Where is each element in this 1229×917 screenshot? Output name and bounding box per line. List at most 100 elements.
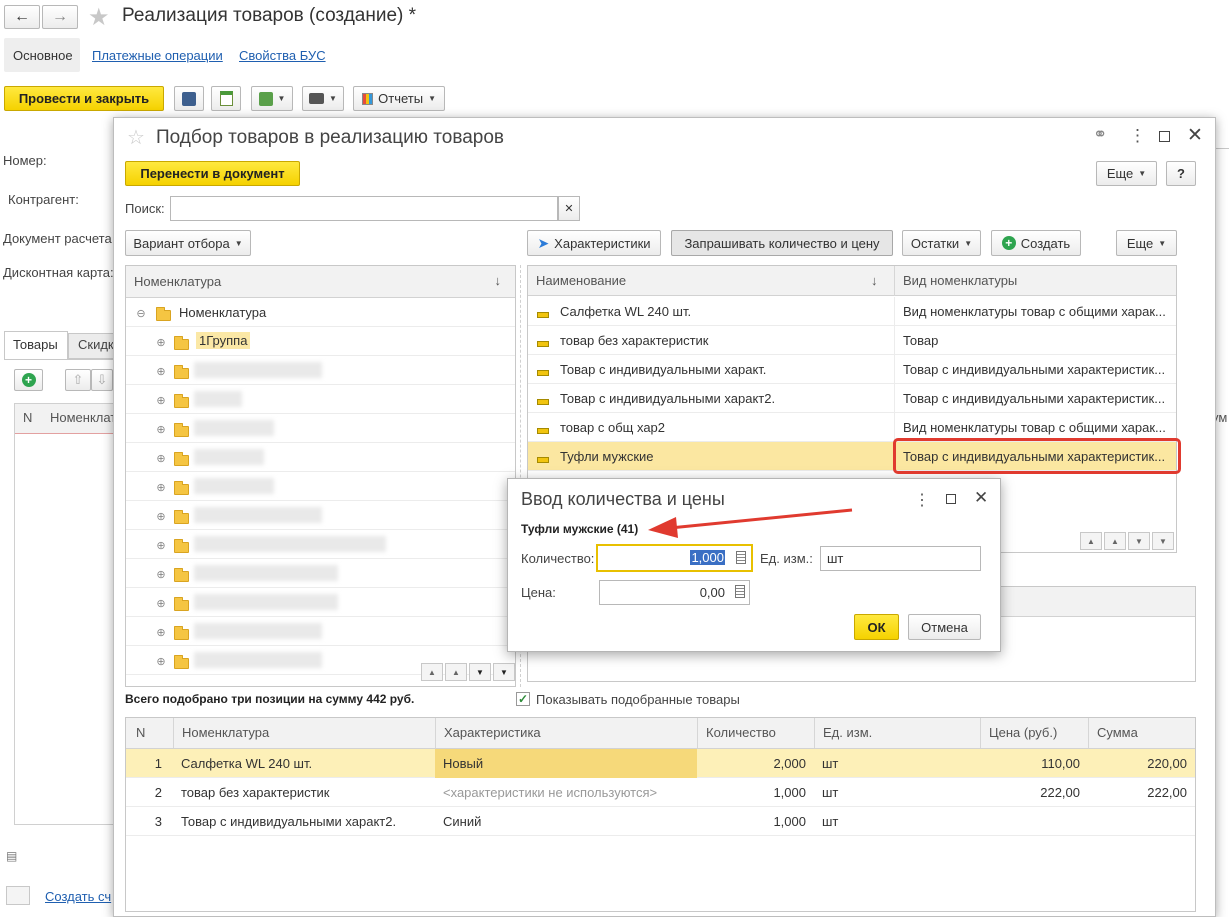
expand-icon[interactable]: ⊕ [156, 539, 166, 552]
print-button[interactable]: ▼ [302, 86, 344, 111]
save-button[interactable] [174, 86, 204, 111]
list-down-button[interactable]: ▼ [1128, 532, 1150, 550]
add-circle-icon: + [1001, 236, 1016, 250]
reports-button[interactable]: Отчеты ▼ [353, 86, 445, 111]
tab-properties[interactable]: Свойства БУС [239, 48, 326, 63]
selected-row[interactable]: 1 Салфетка WL 240 шт. Новый 2,000 шт 110,00 22… [126, 749, 1195, 778]
create-button[interactable]: + Создать [991, 230, 1081, 256]
product-name: Товар с индивидуальными характ. [560, 362, 767, 377]
tree-down-button[interactable]: ▼ [469, 663, 491, 681]
link-icon[interactable]: ⚭ [1093, 125, 1107, 145]
forward-button[interactable]: → [42, 5, 78, 29]
add-row-button[interactable]: + [14, 369, 43, 391]
calculator-icon[interactable] [735, 585, 745, 598]
picker-star-icon[interactable]: ☆ [127, 125, 145, 150]
tree-up-button[interactable]: ▲ [445, 663, 467, 681]
tree-first-button[interactable]: ▲ [421, 663, 443, 681]
selected-row[interactable]: 3 Товар с индивидуальными характ2. Синий 1,… [126, 807, 1195, 836]
expand-icon[interactable]: ⊕ [156, 365, 166, 378]
maximize-icon[interactable] [946, 494, 956, 504]
expand-icon[interactable]: ⊕ [156, 481, 166, 494]
nomenclature-tree[interactable]: Номенклатура ↓ ⊖ Номенклатура ⊕ 1Группа … [125, 265, 516, 687]
close-icon[interactable]: ✕ [1187, 124, 1203, 147]
expand-icon[interactable]: ⊕ [156, 423, 166, 436]
selected-goods-table[interactable]: N Номенклатура Характеристика Количество… [125, 717, 1196, 912]
list-more-button[interactable]: Еще ▼ [1116, 230, 1177, 256]
product-row[interactable]: Товар с индивидуальными характ. Товар с и… [528, 355, 1176, 384]
tree-last-button[interactable]: ▼ [493, 663, 515, 681]
move-down-button[interactable]: ⇩ [91, 369, 113, 391]
ask-qty-price-toggle[interactable]: Запрашивать количество и цену [671, 230, 893, 256]
show-selected-checkbox[interactable]: ✓ [516, 692, 530, 706]
expand-icon[interactable]: ⊕ [156, 626, 166, 639]
goods-col-n: N [23, 410, 33, 425]
calculator-icon[interactable] [736, 551, 746, 564]
selected-cell-qty: 1,000 [773, 814, 806, 829]
list-last-button[interactable]: ▼ [1152, 532, 1174, 550]
create-based-on-button[interactable]: ▼ [251, 86, 293, 111]
tree-row[interactable]: ⊕ [126, 617, 515, 646]
arrow-left-icon: ← [14, 8, 30, 25]
expand-icon[interactable]: ⊕ [156, 334, 166, 349]
help-button[interactable]: ? [1166, 161, 1196, 186]
expand-icon[interactable]: ⊕ [156, 655, 166, 668]
tree-row[interactable]: ⊕ [126, 501, 515, 530]
selection-variant-button[interactable]: Вариант отбора ▼ [125, 230, 251, 256]
price-input[interactable]: 0,00 [599, 580, 750, 605]
selection-summary: Всего подобрано три позиции на сумму 442… [125, 692, 415, 706]
cancel-button[interactable]: Отмена [908, 614, 981, 640]
post-and-close-button[interactable]: Провести и закрыть [4, 86, 164, 111]
tree-row[interactable]: ⊕ [126, 356, 515, 385]
search-input[interactable] [170, 196, 558, 221]
selected-row[interactable]: 2 товар без характеристик <характеристики … [126, 778, 1195, 807]
expand-icon[interactable]: ⊕ [156, 597, 166, 610]
tree-row[interactable]: ⊕ [126, 559, 515, 588]
show-selected-label: Показывать подобранные товары [536, 692, 740, 707]
list-up-button[interactable]: ▲ [1104, 532, 1126, 550]
more-vert-icon[interactable]: ⋮ [1129, 126, 1146, 146]
back-button[interactable]: ← [4, 5, 40, 29]
list-first-button[interactable]: ▲ [1080, 532, 1102, 550]
tree-root-row[interactable]: ⊖ Номенклатура [126, 298, 515, 327]
tree-row[interactable]: ⊕ [126, 472, 515, 501]
sort-arrow-icon[interactable]: ↓ [871, 273, 878, 288]
transfer-to-doc-button[interactable]: Перенести в документ [125, 161, 300, 186]
unit-input[interactable]: шт [820, 546, 981, 571]
sel-col-characteristic: Характеристика [435, 718, 541, 748]
tree-group-row[interactable]: ⊕ 1Группа [126, 327, 515, 356]
tree-row[interactable]: ⊕ [126, 530, 515, 559]
chevron-down-icon: ▼ [1138, 169, 1147, 178]
selected-cell-ch: Новый [435, 749, 697, 778]
picker-more-button[interactable]: Еще ▼ [1096, 161, 1157, 186]
close-icon[interactable]: ✕ [974, 488, 988, 508]
tab-payments[interactable]: Платежные операции [92, 48, 223, 63]
tree-row[interactable]: ⊕ [126, 385, 515, 414]
collapse-icon[interactable]: ⊖ [136, 305, 146, 320]
expand-icon[interactable]: ⊕ [156, 568, 166, 581]
post-button[interactable] [211, 86, 241, 111]
folder-icon [174, 510, 189, 525]
expand-icon[interactable]: ⊕ [156, 394, 166, 407]
characteristics-button[interactable]: ➤ Характеристики [527, 230, 661, 256]
blurred-name [194, 565, 338, 581]
move-up-button[interactable]: ⇧ [65, 369, 91, 391]
stock-button[interactable]: Остатки ▼ [902, 230, 981, 256]
product-row[interactable]: Товар с индивидуальными характ2. Товар с … [528, 384, 1176, 413]
sort-arrow-icon[interactable]: ↓ [495, 273, 502, 288]
tree-row[interactable]: ⊕ [126, 588, 515, 617]
favorite-star-icon[interactable]: ★ [88, 3, 110, 32]
qty-input[interactable]: 1,000 [596, 544, 753, 572]
maximize-icon[interactable] [1159, 131, 1170, 142]
comment-icon[interactable]: ▤ [6, 849, 17, 863]
folder-icon [174, 655, 189, 670]
expand-icon[interactable]: ⊕ [156, 452, 166, 465]
tree-row[interactable]: ⊕ [126, 443, 515, 472]
create-invoice-link[interactable]: Создать сч [45, 889, 111, 904]
ok-button[interactable]: ОК [854, 614, 899, 640]
more-vert-icon[interactable]: ⋮ [914, 490, 930, 510]
search-clear-button[interactable]: ✕ [558, 196, 580, 221]
expand-icon[interactable]: ⊕ [156, 510, 166, 523]
product-row[interactable]: товар без характеристик Товар [528, 326, 1176, 355]
tree-row[interactable]: ⊕ [126, 414, 515, 443]
product-row[interactable]: Салфетка WL 240 шт. Вид номенклатуры това… [528, 297, 1176, 326]
